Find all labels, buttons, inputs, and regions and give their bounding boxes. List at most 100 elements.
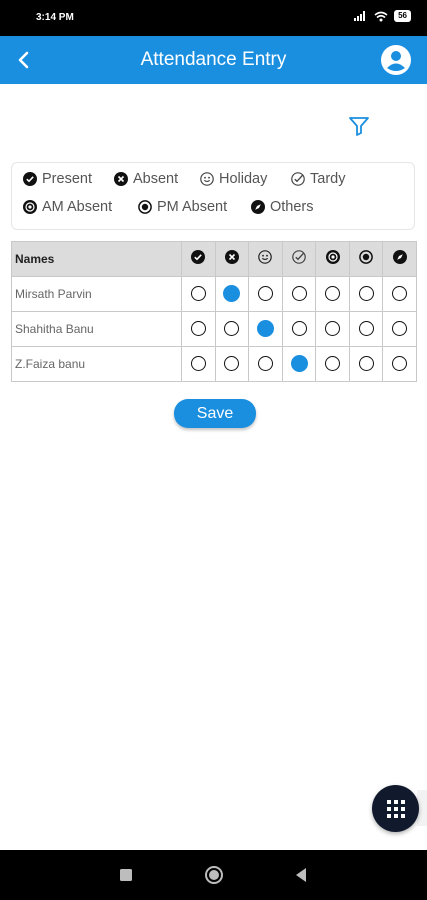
others-radio[interactable] xyxy=(392,321,408,337)
pm-absent-cell xyxy=(348,276,384,312)
names-header: Names xyxy=(11,241,182,277)
others-cell xyxy=(382,276,417,312)
am-absent-radio[interactable] xyxy=(325,286,341,302)
x-circle-icon xyxy=(224,249,239,264)
check-circle-icon xyxy=(23,172,37,186)
legend-item-others: Others xyxy=(251,199,314,215)
legend-label: Present xyxy=(42,171,92,187)
present-radio[interactable] xyxy=(190,286,206,302)
app-bar: Attendance Entry xyxy=(0,36,427,84)
status-legend: Present Absent Holiday Tardy AM Absent P… xyxy=(11,162,415,230)
triangle-back-icon xyxy=(296,868,306,882)
present-radio[interactable] xyxy=(190,356,206,372)
target-icon xyxy=(23,200,37,214)
legend-item-present: Present xyxy=(23,171,92,187)
table-row: Z.Faiza banu xyxy=(11,346,417,382)
others-radio[interactable] xyxy=(392,286,408,302)
radio-dot-icon xyxy=(138,200,152,214)
x-circle-icon xyxy=(114,172,128,186)
attendance-table: Names Mirsath Parvin Shahitha Banu Z.Fai… xyxy=(11,241,417,382)
wifi-icon xyxy=(374,11,388,21)
table-row: Mirsath Parvin xyxy=(11,276,417,312)
profile-button[interactable] xyxy=(381,45,411,75)
legend-item-holiday: Holiday xyxy=(200,171,267,187)
smiley-icon xyxy=(258,249,273,264)
filter-button[interactable] xyxy=(347,114,371,138)
pm-absent-column-header xyxy=(348,241,384,277)
menu-fab[interactable] xyxy=(372,785,419,832)
smiley-icon xyxy=(200,172,214,186)
holiday-radio[interactable] xyxy=(256,320,274,338)
pm-absent-cell xyxy=(348,311,384,347)
grid-menu-icon xyxy=(386,799,405,818)
present-cell xyxy=(180,311,216,347)
save-button[interactable]: Save xyxy=(174,399,256,428)
legend-label: Others xyxy=(270,199,314,215)
table-row: Shahitha Banu xyxy=(11,311,417,347)
pm-absent-cell xyxy=(348,346,384,382)
legend-label: PM Absent xyxy=(157,199,228,215)
radio-dot-icon xyxy=(359,249,373,264)
present-column-header xyxy=(180,241,216,277)
compass-icon xyxy=(392,249,407,264)
absent-radio[interactable] xyxy=(224,321,240,337)
others-cell xyxy=(382,311,417,347)
others-column-header xyxy=(382,241,417,277)
target-icon xyxy=(325,249,340,264)
absent-column-header xyxy=(214,241,250,277)
legend-item-tardy: Tardy xyxy=(291,171,345,187)
status-bar: 3:14 PM 56 xyxy=(0,0,427,36)
others-radio[interactable] xyxy=(392,356,408,372)
pm-absent-radio[interactable] xyxy=(358,321,374,337)
legend-label: Holiday xyxy=(219,171,268,187)
holiday-cell xyxy=(248,311,283,347)
check-outline-icon xyxy=(292,249,306,264)
filter-icon xyxy=(349,117,369,136)
table-header-row: Names xyxy=(11,241,417,277)
account-circle-icon xyxy=(381,45,411,75)
present-radio[interactable] xyxy=(190,321,206,337)
holiday-radio[interactable] xyxy=(257,356,273,372)
tardy-radio[interactable] xyxy=(290,355,308,373)
legend-item-pm-absent: PM Absent xyxy=(138,199,227,215)
legend-item-absent: Absent xyxy=(114,171,178,187)
pm-absent-radio[interactable] xyxy=(358,286,374,302)
absent-cell xyxy=(214,311,250,347)
student-name: Mirsath Parvin xyxy=(11,276,182,312)
status-icons: 56 xyxy=(354,10,411,22)
home-button[interactable] xyxy=(204,865,224,885)
tardy-radio[interactable] xyxy=(291,321,307,337)
tardy-column-header xyxy=(281,241,317,277)
am-absent-cell xyxy=(315,346,350,382)
tardy-radio[interactable] xyxy=(291,286,307,302)
am-absent-radio[interactable] xyxy=(325,321,341,337)
tardy-cell xyxy=(281,276,317,312)
others-cell xyxy=(382,346,417,382)
am-absent-cell xyxy=(315,276,350,312)
system-nav-bar xyxy=(0,850,427,900)
battery-icon: 56 xyxy=(394,10,411,22)
check-circle-icon xyxy=(191,249,206,264)
back-nav-button[interactable] xyxy=(291,865,311,885)
page-title: Attendance Entry xyxy=(140,49,287,70)
absent-radio[interactable] xyxy=(224,356,240,372)
chevron-left-icon xyxy=(18,51,29,69)
legend-label: Absent xyxy=(133,171,179,187)
holiday-column-header xyxy=(248,241,283,277)
student-name: Shahitha Banu xyxy=(11,311,182,347)
present-cell xyxy=(180,276,216,312)
am-absent-column-header xyxy=(315,241,350,277)
status-time: 3:14 PM xyxy=(36,12,74,23)
am-absent-radio[interactable] xyxy=(325,356,341,372)
absent-radio[interactable] xyxy=(223,285,241,303)
recent-apps-button[interactable] xyxy=(116,865,136,885)
holiday-radio[interactable] xyxy=(257,286,273,302)
legend-item-am-absent: AM Absent xyxy=(23,199,112,215)
compass-icon xyxy=(251,200,265,214)
back-button[interactable] xyxy=(8,44,40,76)
student-name: Z.Faiza banu xyxy=(11,346,182,382)
pm-absent-radio[interactable] xyxy=(358,356,374,372)
circle-home-icon xyxy=(205,866,223,884)
legend-label: AM Absent xyxy=(42,199,113,215)
legend-label: Tardy xyxy=(310,171,346,187)
